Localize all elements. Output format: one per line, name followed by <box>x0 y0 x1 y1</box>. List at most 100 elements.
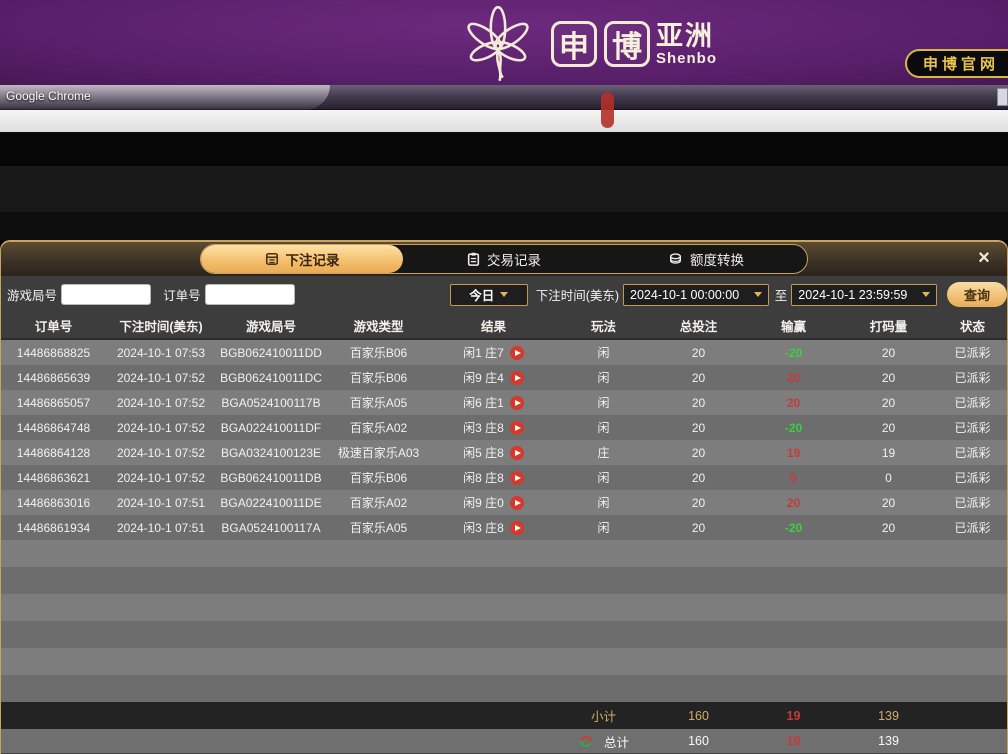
cell-play: 闲 <box>556 469 651 486</box>
cell-play: 闲 <box>556 344 651 361</box>
table-row[interactable]: 14486863621 2024-10-1 07:52 BGB062410011… <box>1 465 1007 490</box>
empty-row <box>1 621 1007 648</box>
play-video-icon[interactable] <box>510 346 524 360</box>
logo-region-text: 亚洲 <box>656 22 717 50</box>
tab-bet-records[interactable]: 下注记录 <box>201 245 403 273</box>
play-video-icon[interactable] <box>510 371 524 385</box>
column-header: 打码量 <box>841 316 936 335</box>
empty-row <box>1 567 1007 594</box>
play-video-icon[interactable] <box>510 521 524 535</box>
tab-label: 额度转换 <box>690 249 744 269</box>
filter-bar: 游戏局号 订单号 今日 下注时间(美东) 2024-10-1 00:00:00 … <box>1 276 1007 313</box>
result-text: 闲9 庄0 <box>463 494 504 511</box>
table-row[interactable]: 14486864748 2024-10-1 07:52 BGA022410011… <box>1 415 1007 440</box>
site-header: 申 博 亚洲 Shenbo 申博官网 <box>0 0 1008 85</box>
cell-turnover: 20 <box>841 521 936 535</box>
cell-round: BGA0524100117A <box>216 521 326 535</box>
empty-row <box>1 675 1007 702</box>
cell-round: BGA0324100123E <box>216 446 326 460</box>
cell-turnover: 20 <box>841 396 936 410</box>
date-range-select[interactable]: 今日 <box>450 284 528 306</box>
official-site-button[interactable]: 申博官网 <box>905 49 1008 78</box>
play-video-icon[interactable] <box>510 471 524 485</box>
cell-order: 14486863016 <box>1 496 106 510</box>
cell-time: 2024-10-1 07:51 <box>106 521 216 535</box>
column-header: 玩法 <box>556 316 651 335</box>
cell-result: 闲3 庄8 <box>431 419 556 436</box>
cell-round: BGB062410011DB <box>216 471 326 485</box>
cell-win: 20 <box>746 396 841 410</box>
cell-win: -20 <box>746 521 841 535</box>
cell-order: 14486864748 <box>1 421 106 435</box>
cell-time: 2024-10-1 07:52 <box>106 446 216 460</box>
cell-game: 百家乐B06 <box>326 369 431 386</box>
cell-game: 百家乐A05 <box>326 394 431 411</box>
table-row[interactable]: 14486863016 2024-10-1 07:51 BGA022410011… <box>1 490 1007 515</box>
empty-row <box>1 648 1007 675</box>
logo-char-bo: 博 <box>604 21 650 67</box>
cell-turnover: 20 <box>841 371 936 385</box>
column-header: 结果 <box>431 316 556 335</box>
table-row[interactable]: 14486861934 2024-10-1 07:51 BGA052410011… <box>1 515 1007 540</box>
table-header-row: 订单号下注时间(美东)游戏局号游戏类型结果玩法总投注输赢打码量状态 <box>1 313 1007 340</box>
start-time-value: 2024-10-1 00:00:00 <box>630 288 739 302</box>
tab-transaction-records[interactable]: 交易记录 <box>403 245 605 273</box>
ledger-icon <box>265 252 279 266</box>
table-row[interactable]: 14486868825 2024-10-1 07:53 BGB062410011… <box>1 340 1007 365</box>
column-header: 状态 <box>936 316 1008 335</box>
total-win: 19 <box>746 734 841 748</box>
table-row[interactable]: 14486864128 2024-10-1 07:52 BGA032410012… <box>1 440 1007 465</box>
start-time-select[interactable]: 2024-10-1 00:00:00 <box>623 284 769 306</box>
cell-play: 闲 <box>556 519 651 536</box>
date-range-value: 今日 <box>469 285 494 304</box>
search-button[interactable]: 查询 <box>947 282 1007 307</box>
cell-bet: 20 <box>651 421 746 435</box>
end-time-value: 2024-10-1 23:59:59 <box>798 288 907 302</box>
result-text: 闲3 庄8 <box>463 519 504 536</box>
column-header: 总投注 <box>651 316 746 335</box>
window-control-button[interactable] <box>997 88 1008 106</box>
close-icon[interactable]: × <box>973 247 995 269</box>
column-header: 游戏局号 <box>216 316 326 335</box>
url-bar[interactable]: abaih.com/h5V01/pc/index.html?return=abo… <box>0 110 1008 134</box>
result-text: 闲6 庄1 <box>463 394 504 411</box>
cell-result: 闲8 庄8 <box>431 469 556 486</box>
cell-time: 2024-10-1 07:51 <box>106 496 216 510</box>
subtotal-bet: 160 <box>651 709 746 723</box>
end-time-select[interactable]: 2024-10-1 23:59:59 <box>791 284 937 306</box>
clipboard-icon <box>467 252 480 266</box>
play-video-icon[interactable] <box>510 496 524 510</box>
cell-game: 百家乐A05 <box>326 519 431 536</box>
cell-play: 闲 <box>556 494 651 511</box>
result-text: 闲3 庄8 <box>463 419 504 436</box>
play-video-icon[interactable] <box>510 446 524 460</box>
cell-time: 2024-10-1 07:52 <box>106 396 216 410</box>
play-video-icon[interactable] <box>510 396 524 410</box>
result-text: 闲5 庄8 <box>463 444 504 461</box>
tab-credit-transfer[interactable]: 额度转换 <box>605 245 807 273</box>
cell-play: 庄 <box>556 444 651 461</box>
result-text: 闲9 庄4 <box>463 369 504 386</box>
cell-result: 闲3 庄8 <box>431 519 556 536</box>
play-video-icon[interactable] <box>510 421 524 435</box>
cell-play: 闲 <box>556 369 651 386</box>
cell-game: 百家乐B06 <box>326 469 431 486</box>
cell-time: 2024-10-1 07:52 <box>106 471 216 485</box>
chevron-down-icon <box>922 292 930 297</box>
cell-win: 20 <box>746 371 841 385</box>
column-header: 输赢 <box>746 316 841 335</box>
refresh-icon[interactable] <box>578 734 594 749</box>
records-modal: 下注记录 交易记录 <box>0 240 1008 754</box>
table-row[interactable]: 14486865057 2024-10-1 07:52 BGA052410011… <box>1 390 1007 415</box>
cell-order: 14486861934 <box>1 521 106 535</box>
cell-status: 已派彩 <box>936 369 1008 386</box>
cell-round: BGA0524100117B <box>216 396 326 410</box>
table-row[interactable]: 14486865639 2024-10-1 07:52 BGB062410011… <box>1 365 1007 390</box>
subtotal-label: 小计 <box>556 706 651 725</box>
game-round-input[interactable] <box>61 284 151 305</box>
cell-status: 已派彩 <box>936 469 1008 486</box>
order-no-input[interactable] <box>205 284 295 305</box>
cell-turnover: 20 <box>841 346 936 360</box>
cell-order: 14486868825 <box>1 346 106 360</box>
window-title: Google Chrome <box>6 89 91 103</box>
